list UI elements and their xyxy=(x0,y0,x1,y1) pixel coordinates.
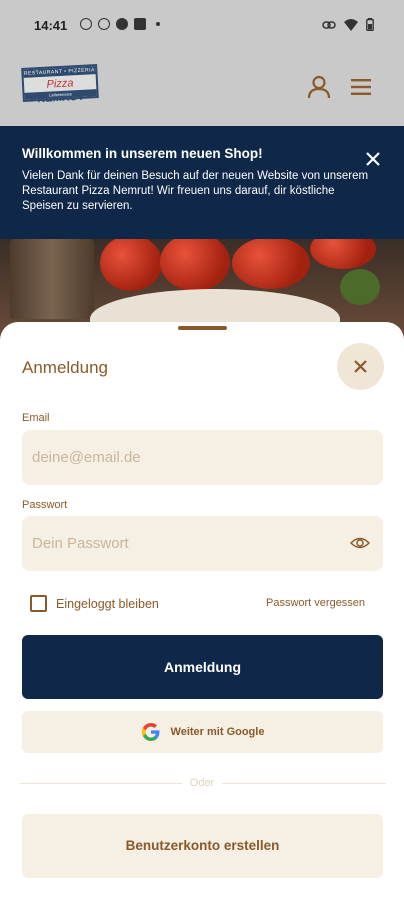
sheet-close-button[interactable] xyxy=(337,343,384,390)
menu-icon xyxy=(351,79,371,95)
password-label: Passwort xyxy=(22,499,68,511)
tomato-image xyxy=(310,239,376,269)
wifi-icon xyxy=(344,18,358,31)
login-sheet: Anmeldung Email Passwort Eingeloggt blei… xyxy=(0,322,404,900)
password-field[interactable] xyxy=(22,516,383,571)
login-button[interactable]: Anmeldung xyxy=(22,635,383,699)
banner-title: Willkommen in unserem neuen Shop! xyxy=(22,146,263,161)
sheet-handle[interactable] xyxy=(178,326,227,330)
user-icon xyxy=(307,75,331,99)
herb-image xyxy=(340,269,380,305)
google-icon xyxy=(141,723,160,741)
status-bar: 14:41 xyxy=(0,0,404,52)
restaurant-logo[interactable]: RESTAURANT • PIZZERIA Pizza NEMRUT Liefe… xyxy=(21,64,99,105)
email-label: Email xyxy=(22,412,50,424)
login-title: Anmeldung xyxy=(22,358,109,377)
menu-button[interactable] xyxy=(349,76,373,98)
media-icon xyxy=(116,18,128,30)
more-dot-icon xyxy=(156,22,160,26)
google-button-label: Weiter mit Google xyxy=(170,726,265,738)
email-field[interactable] xyxy=(22,430,383,485)
notification-icon xyxy=(80,18,92,30)
spice-jar-image xyxy=(10,239,94,319)
link-icon xyxy=(322,20,336,29)
banner-text: Vielen Dank für deinen Besuch auf der ne… xyxy=(22,170,369,212)
close-icon xyxy=(366,152,380,166)
banner-close-button[interactable] xyxy=(364,150,382,168)
divider-text: Oder xyxy=(182,777,222,789)
status-notification-icons xyxy=(80,18,160,30)
status-system-icons xyxy=(322,18,374,31)
eye-icon xyxy=(349,537,371,549)
app-header: RESTAURANT • PIZZERIA Pizza NEMRUT Liefe… xyxy=(0,52,404,126)
app-icon xyxy=(134,18,146,30)
remember-me-checkbox[interactable] xyxy=(30,595,47,612)
create-account-button[interactable]: Benutzerkonto erstellen xyxy=(22,814,383,878)
google-login-button[interactable]: Weiter mit Google xyxy=(22,711,383,753)
toggle-password-visibility[interactable] xyxy=(349,535,371,551)
close-icon xyxy=(354,360,367,373)
account-button[interactable] xyxy=(306,74,332,100)
tomato-image xyxy=(100,239,162,291)
forgot-password-link[interactable]: Passwort vergessen xyxy=(266,597,365,609)
battery-icon xyxy=(366,18,374,31)
welcome-banner: Willkommen in unserem neuen Shop! Vielen… xyxy=(0,126,404,239)
status-time: 14:41 xyxy=(34,18,68,33)
info-icon xyxy=(98,18,110,30)
remember-me-label[interactable]: Eingeloggt bleiben xyxy=(56,597,159,611)
tomato-image xyxy=(160,239,230,291)
tomato-image xyxy=(232,239,310,289)
